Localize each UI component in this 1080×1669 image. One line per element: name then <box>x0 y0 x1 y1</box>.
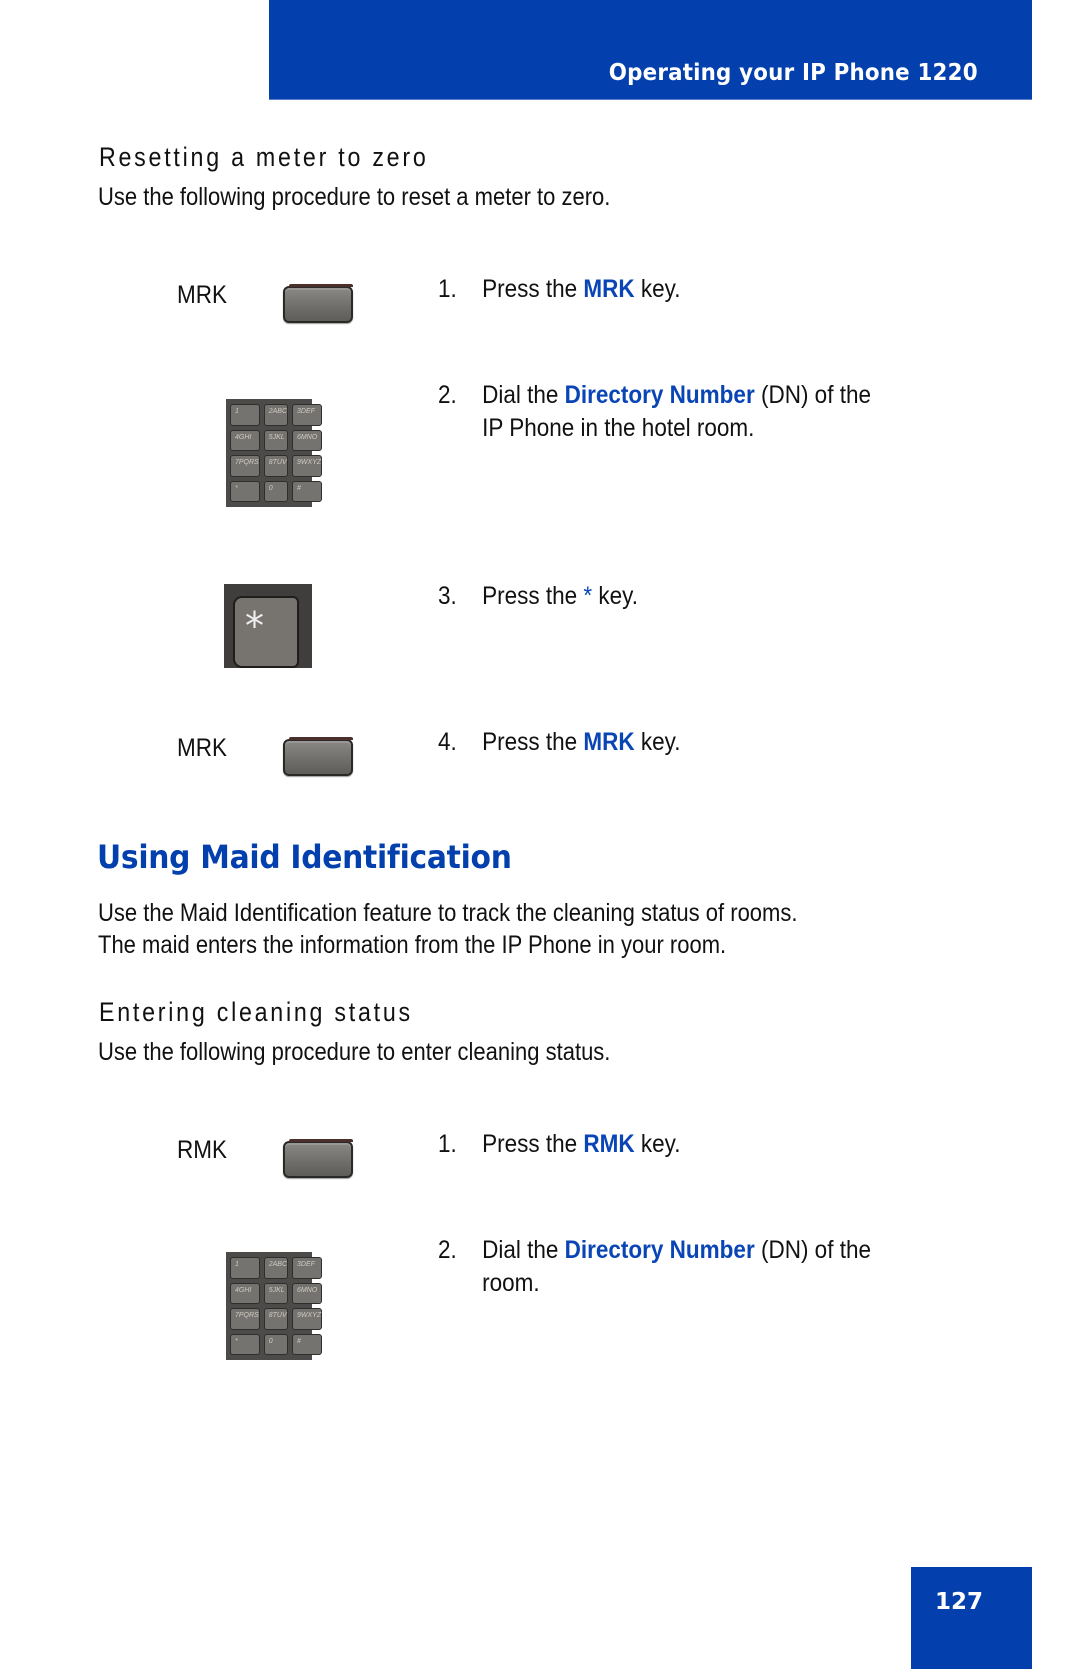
step-term-highlight: Directory Number <box>564 1236 755 1264</box>
step-text: Dial the <box>482 381 565 409</box>
step-text: key. <box>592 582 639 610</box>
step-number: 3. <box>438 582 457 610</box>
mrk-soft-key-icon <box>283 284 353 323</box>
step-text: Dial the <box>482 1236 565 1264</box>
rmk-key-label: RMK <box>177 1136 228 1164</box>
keypad-key: 1 <box>230 404 260 426</box>
keypad-key: 6MNO <box>292 429 323 451</box>
keypad-key: 3DEF <box>292 404 323 426</box>
subsection-heading-reset: Resetting a meter to zero <box>99 142 429 172</box>
keypad-key: 5JKL <box>263 1282 289 1304</box>
step-key-highlight: MRK <box>583 275 635 303</box>
keypad-key: 7PQRS <box>230 1308 260 1330</box>
dialpad-icon: 1 2ABC 3DEF 4GHI 5JKL 6MNO 7PQRS 8TUV 9W… <box>226 399 323 507</box>
keypad-key: 8TUV <box>263 1308 289 1330</box>
step-text: Press the <box>482 1130 584 1158</box>
keypad-key: * <box>230 1333 260 1355</box>
mrk-key-label: MRK <box>177 734 228 762</box>
keypad-key: 5JKL <box>263 429 289 451</box>
subsection-heading-cleaning-status: Entering cleaning status <box>99 997 413 1027</box>
reset-step-1: 1. Press the MRK key. <box>438 273 681 306</box>
step-number: 4. <box>438 728 457 756</box>
star-glyph: * <box>245 604 264 648</box>
step-number: 2. <box>438 381 457 409</box>
keypad-key: 0 <box>263 1333 289 1355</box>
keypad-key: * <box>230 480 260 502</box>
step-term-highlight: Directory Number <box>564 381 755 409</box>
cleaning-step-1: 1. Press the RMK key. <box>438 1128 681 1161</box>
step-key-highlight: MRK <box>583 728 635 756</box>
reset-step-2: 2. Dial the Directory Number (DN) of the … <box>438 379 871 445</box>
keypad-key: # <box>292 480 323 502</box>
step-text: key. <box>634 275 681 303</box>
step-text: Press the <box>482 728 584 756</box>
mrk-soft-key-icon <box>283 737 353 776</box>
step-text: Press the <box>482 582 584 610</box>
reset-intro-text: Use the following procedure to reset a m… <box>98 183 611 211</box>
reset-step-3: 3. Press the * key. <box>438 580 638 613</box>
header-title: Operating your IP Phone 1220 <box>608 60 978 86</box>
step-text: (DN) of the <box>754 381 871 409</box>
star-key-cap: * <box>233 596 299 668</box>
step-number: 1. <box>438 1130 457 1158</box>
keypad-key: 3DEF <box>292 1257 323 1279</box>
star-key-icon: * <box>224 584 312 668</box>
step-continuation: room. <box>482 1269 540 1297</box>
page-number-box: 127 <box>911 1567 1032 1669</box>
keypad-key: # <box>292 1333 323 1355</box>
mrk-key-label: MRK <box>177 281 228 309</box>
keypad-key: 2ABC <box>263 404 289 426</box>
keypad-key: 1 <box>230 1257 260 1279</box>
keypad-key: 7PQRS <box>230 455 260 477</box>
step-continuation: IP Phone in the hotel room. <box>482 414 755 442</box>
step-number: 1. <box>438 275 457 303</box>
step-text: key. <box>634 1130 681 1158</box>
dialpad-icon: 1 2ABC 3DEF 4GHI 5JKL 6MNO 7PQRS 8TUV 9W… <box>226 1252 323 1360</box>
keypad-key: 6MNO <box>292 1282 323 1304</box>
keypad-key: 8TUV <box>263 455 289 477</box>
reset-step-4: 4. Press the MRK key. <box>438 726 681 759</box>
step-number: 2. <box>438 1236 457 1264</box>
step-text: key. <box>634 728 681 756</box>
step-key-highlight: * <box>583 582 593 610</box>
cleaning-step-2: 2. Dial the Directory Number (DN) of the … <box>438 1234 871 1300</box>
step-text: Press the <box>482 275 584 303</box>
step-key-highlight: RMK <box>583 1130 635 1158</box>
step-text: (DN) of the <box>754 1236 871 1264</box>
rmk-soft-key-icon <box>283 1139 353 1178</box>
keypad-key: 4GHI <box>230 429 260 451</box>
header-band: Operating your IP Phone 1220 <box>269 0 1032 100</box>
maid-intro-line-2: The maid enters the information from the… <box>98 931 727 959</box>
keypad-key: 0 <box>263 480 289 502</box>
keypad-key: 9WXYZ <box>292 1308 323 1330</box>
maid-intro-line-1: Use the Maid Identification feature to t… <box>98 899 798 927</box>
keypad-key: 4GHI <box>230 1282 260 1304</box>
cleaning-intro-text: Use the following procedure to enter cle… <box>98 1038 611 1066</box>
section-title-maid-identification: Using Maid Identification <box>97 838 512 876</box>
keypad-key: 2ABC <box>263 1257 289 1279</box>
keypad-key: 9WXYZ <box>292 455 323 477</box>
page-number: 127 <box>935 1589 984 1615</box>
